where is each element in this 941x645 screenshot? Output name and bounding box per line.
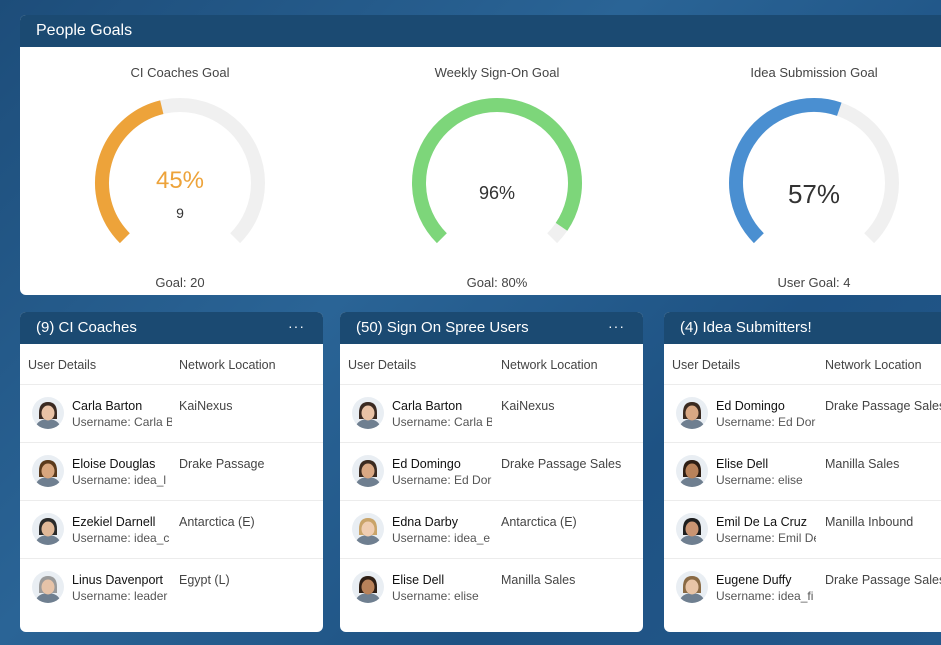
table-row[interactable]: Ezekiel Darnell Username: idea_c Antarctic… [20, 500, 323, 558]
avatar [32, 455, 64, 487]
table-row[interactable]: Emil De La Cruz Username: Emil De Manilla … [664, 500, 941, 558]
network-location: Manilla Sales [501, 573, 576, 587]
network-location: Manilla Sales [825, 457, 900, 471]
avatar [676, 397, 708, 429]
user-username: Username: Carla B [72, 415, 172, 429]
user-username: Username: idea_fi [716, 589, 814, 603]
gauge-idea-submission[interactable]: Idea Submission Goal 57% User Goal: 4 [654, 47, 941, 295]
gauge-title: Weekly Sign-On Goal [434, 65, 560, 80]
user-name[interactable]: Eloise Douglas [72, 457, 155, 471]
avatar [352, 513, 384, 545]
panel-idea-submitters: (4) Idea Submitters! User Details Networ… [664, 312, 941, 632]
panel-title: (4) Idea Submitters! [680, 319, 812, 336]
col-network-location[interactable]: Network Location [825, 358, 922, 372]
people-goals-card: People Goals CI Coaches Goal 45% 9 Goal:… [20, 15, 941, 295]
avatar [32, 571, 64, 603]
panel-header: (9) CI Coaches ··· [20, 312, 323, 344]
user-name[interactable]: Edna Darby [392, 515, 458, 529]
table-row[interactable]: Elise Dell Username: elise Manilla Sales [340, 558, 643, 616]
user-name[interactable]: Carla Barton [392, 399, 462, 413]
col-network-location[interactable]: Network Location [179, 358, 276, 372]
table-row[interactable]: Eugene Duffy Username: idea_fi Drake Passa… [664, 558, 941, 616]
gauge-goal-label: Goal: 20 [155, 275, 205, 290]
user-username: Username: idea_e [392, 531, 491, 545]
avatar [676, 513, 708, 545]
user-name[interactable]: Linus Davenport [72, 573, 163, 587]
avatar [32, 513, 64, 545]
gauge-goal-label: User Goal: 4 [777, 275, 851, 290]
network-location: Antarctica (E) [501, 515, 577, 529]
table-row[interactable]: Linus Davenport Username: leader Egypt (L) [20, 558, 323, 616]
column-headers: User Details Network Location [20, 344, 323, 384]
user-username: Username: elise [716, 473, 803, 487]
panel-header: (50) Sign On Spree Users ··· [340, 312, 643, 344]
panel-header: (4) Idea Submitters! [664, 312, 941, 344]
panel-title: (50) Sign On Spree Users [356, 319, 529, 336]
network-location: Manilla Inbound [825, 515, 914, 529]
network-location: Drake Passage Sales [501, 457, 622, 471]
people-goals-title: People Goals [20, 15, 941, 47]
user-username: Username: Ed Dor [392, 473, 492, 487]
panel-ci-coaches: (9) CI Coaches ··· User Details Network … [20, 312, 323, 632]
gauge-weekly-sign-on[interactable]: Weekly Sign-On Goal 96% Goal: 80% [337, 47, 657, 295]
avatar [676, 571, 708, 603]
avatar [676, 455, 708, 487]
network-location: Antarctica (E) [179, 515, 255, 529]
gauge-count: 9 [176, 205, 184, 221]
user-name[interactable]: Emil De La Cruz [716, 515, 807, 529]
table-row[interactable]: Eloise Douglas Username: idea_l Drake Pass… [20, 442, 323, 500]
network-location: KaiNexus [179, 399, 233, 413]
user-username: Username: idea_l [72, 473, 167, 487]
network-location: Drake Passage Sales [825, 573, 941, 587]
col-user-details[interactable]: User Details [28, 358, 96, 372]
user-username: Username: Carla B [392, 415, 492, 429]
user-username: Username: Emil De [716, 531, 816, 545]
table-row[interactable]: Carla Barton Username: Carla B KaiNexus [340, 384, 643, 442]
more-options-icon[interactable]: ··· [288, 318, 305, 334]
gauge-ci-coaches[interactable]: CI Coaches Goal 45% 9 Goal: 20 [20, 47, 340, 295]
more-options-icon[interactable]: ··· [608, 318, 625, 334]
network-location: Egypt (L) [179, 573, 230, 587]
network-location: Drake Passage Sales [825, 399, 941, 413]
avatar [32, 397, 64, 429]
gauge-title: Idea Submission Goal [750, 65, 878, 80]
user-name[interactable]: Elise Dell [392, 573, 444, 587]
user-name[interactable]: Elise Dell [716, 457, 768, 471]
network-location: KaiNexus [501, 399, 555, 413]
panel-title: (9) CI Coaches [36, 319, 137, 336]
col-user-details[interactable]: User Details [348, 358, 416, 372]
user-username: Username: idea_c [72, 531, 170, 545]
panel-sign-on-spree: (50) Sign On Spree Users ··· User Detail… [340, 312, 643, 632]
gauge-percent: 45% [155, 167, 205, 194]
col-user-details[interactable]: User Details [672, 358, 740, 372]
user-name[interactable]: Ed Domingo [716, 399, 785, 413]
gauge-percent: 57% [787, 179, 841, 209]
user-name[interactable]: Carla Barton [72, 399, 142, 413]
avatar [352, 397, 384, 429]
table-row[interactable]: Elise Dell Username: elise Manilla Sales [664, 442, 941, 500]
table-row[interactable]: Carla Barton Username: Carla B KaiNexus [20, 384, 323, 442]
avatar [352, 571, 384, 603]
column-headers: User Details Network Location [664, 344, 941, 384]
user-name[interactable]: Eugene Duffy [716, 573, 792, 587]
user-name[interactable]: Ezekiel Darnell [72, 515, 155, 529]
gauge-percent: 96% [478, 183, 516, 203]
gauge-ring [729, 97, 899, 244]
table-row[interactable]: Edna Darby Username: idea_e Antarctica (E) [340, 500, 643, 558]
user-username: Username: Ed Dor [716, 415, 816, 429]
network-location: Drake Passage [179, 457, 265, 471]
gauge-ring [412, 97, 582, 244]
avatar [352, 455, 384, 487]
user-username: Username: leader [72, 589, 168, 603]
gauge-goal-label: Goal: 80% [466, 275, 528, 290]
gauge-title: CI Coaches Goal [130, 65, 230, 80]
table-row[interactable]: Ed Domingo Username: Ed Dor Drake Passage … [340, 442, 643, 500]
table-row[interactable]: Ed Domingo Username: Ed Dor Drake Passage … [664, 384, 941, 442]
col-network-location[interactable]: Network Location [501, 358, 598, 372]
column-headers: User Details Network Location [340, 344, 643, 384]
user-name[interactable]: Ed Domingo [392, 457, 461, 471]
user-username: Username: elise [392, 589, 479, 603]
